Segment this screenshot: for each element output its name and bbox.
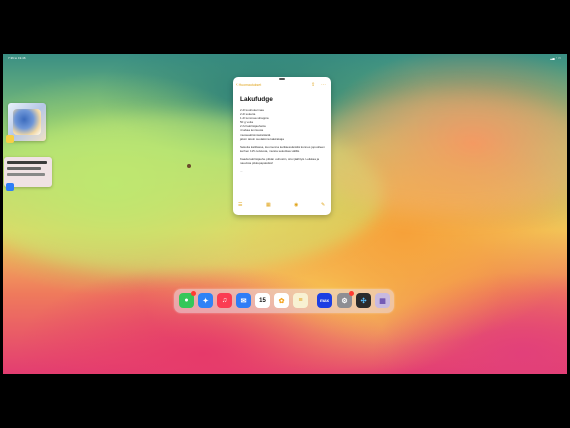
back-label: Huomautukset [238,83,262,87]
thumbnail-row [7,173,45,176]
notification-badge [349,291,354,296]
speech-bubble-icon: ● [184,297,189,304]
photos-app-icon[interactable]: ✿ [274,293,289,308]
notes-nav-bar: ‹ Huomautukset ⇪ ⋯ [233,82,331,92]
status-time: 7.36 to 19.46 [8,56,26,60]
share-icon[interactable]: ⇪ [311,82,315,88]
pointer-cursor [187,164,191,168]
app-icon-badge [6,183,14,191]
back-button[interactable]: ‹ Huomautukset [236,82,262,88]
davinci-logo-icon: ✣ [360,297,367,305]
davinci-app-icon[interactable]: ✣ [356,293,371,308]
app-icon-badge [6,135,14,143]
note-body[interactable]: 2 dl kuohukermaa 2 dl sokeria 1 dl tumma… [240,108,328,173]
notes-toolbar: ☰ ▦ ◉ ✎ [233,202,331,210]
compass-icon: ✦ [202,297,209,305]
pencil-compose-icon[interactable]: ✎ [321,202,325,208]
grid-icon: ▦ [379,297,386,305]
more-icon[interactable]: ⋯ [321,82,326,88]
settings-app-icon[interactable]: ⚙ [337,291,354,308]
mail-app-icon[interactable]: ✉ [236,293,251,308]
app-library-icon[interactable]: ▦ [375,293,390,308]
table-icon[interactable]: ▦ [266,202,271,208]
note-extra: ... [240,169,243,174]
status-icons: ▂▄ ◔ ▭ [550,56,561,60]
note-paragraph: Kaada lakritsijauhe pitkän uuhustin, sit… [240,156,320,166]
music-app-icon[interactable]: ♫ [217,293,232,308]
checklist-icon[interactable]: ☰ [238,202,242,208]
notes-window[interactable]: ‹ Huomautukset ⇪ ⋯ Lakufudge 2 dl kuohuk… [233,77,331,215]
note-title[interactable]: Lakufudge [240,96,273,103]
flower-icon: ✿ [278,297,285,305]
max-logo: max [319,298,329,303]
music-note-icon: ♫ [221,297,228,304]
window-grabber[interactable] [279,78,285,80]
thumbnail-row [7,161,47,164]
chevron-left-icon: ‹ [236,82,238,88]
notepad-icon: ≡ [298,297,303,304]
note-paragraph: Sekoita kattilassa, kuumenna keittäessän… [240,144,325,153]
messages-app-icon[interactable]: ● [179,291,196,308]
notification-badge [191,291,196,296]
calendar-app-icon[interactable]: 15 [255,293,270,308]
envelope-icon: ✉ [240,297,247,305]
artwork-thumbnail [13,109,41,135]
status-bar: 7.36 to 19.46 ▂▄ ◔ ▭ [3,56,567,62]
gear-icon: ⚙ [341,297,348,305]
max-app-icon[interactable]: max [317,293,332,308]
notes-app-icon[interactable]: ≡ [293,293,308,308]
safari-app-icon[interactable]: ✦ [198,293,213,308]
thumbnail-row [7,167,41,170]
dock: ● ✦ ♫ ✉ 15 ✿ ≡ max ⚙ ✣ ▦ [174,289,394,313]
camera-icon[interactable]: ◉ [294,202,298,208]
calendar-date: 15 [259,297,266,304]
